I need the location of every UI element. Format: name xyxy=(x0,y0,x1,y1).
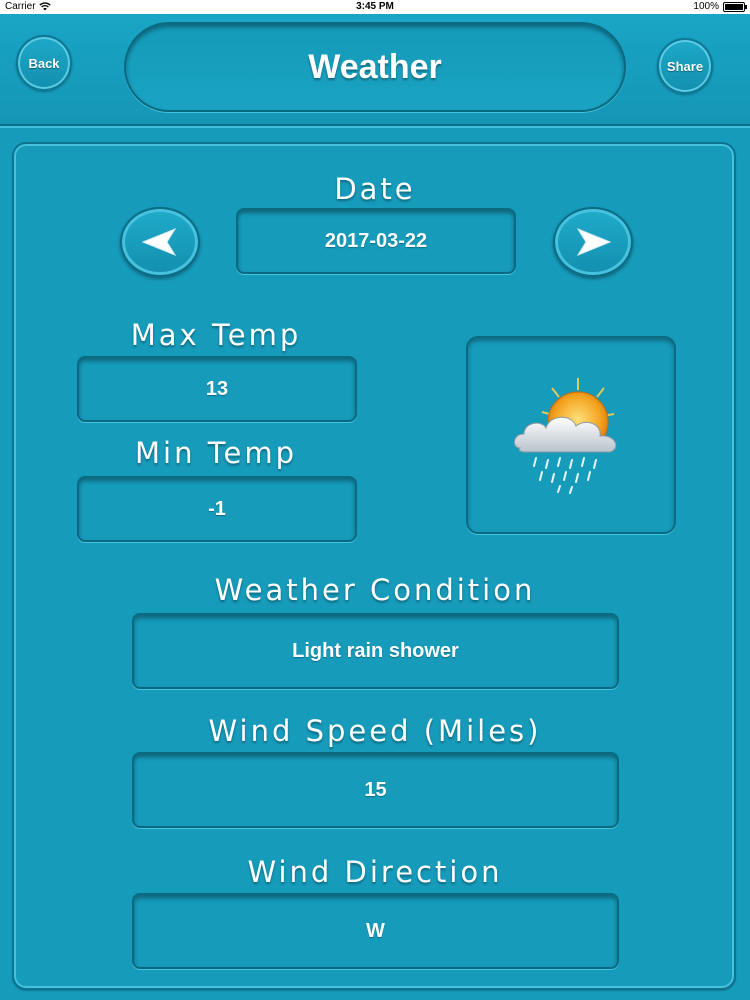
arrow-right-icon xyxy=(576,227,612,257)
battery-percent: 100% xyxy=(693,1,719,12)
min-temp-field: -1 xyxy=(77,476,357,542)
min-temp-label: Min Temp xyxy=(135,436,297,470)
date-field: 2017-03-22 xyxy=(236,208,516,274)
status-bar: Carrier 3:45 PM 100% xyxy=(0,0,750,14)
sun-cloud-rain-icon xyxy=(514,378,617,494)
max-temp-field: 13 xyxy=(77,356,357,422)
wind-speed-label: Wind Speed (Miles) xyxy=(208,714,542,748)
battery-fill xyxy=(725,3,743,10)
header-bar: Back Weather Share xyxy=(0,14,750,126)
weather-icon-frame xyxy=(466,336,676,534)
status-time: 3:45 PM xyxy=(356,1,394,12)
back-button[interactable]: Back xyxy=(16,35,72,91)
wind-direction-field: W xyxy=(132,893,619,969)
wind-speed-field: 15 xyxy=(132,752,619,828)
wind-direction-label: Wind Direction xyxy=(247,855,503,889)
battery-icon xyxy=(723,1,747,12)
condition-field: Light rain shower xyxy=(132,613,619,689)
date-label: Date xyxy=(334,172,416,206)
condition-label: Weather Condition xyxy=(214,573,536,607)
page-title: Weather xyxy=(124,22,626,112)
max-temp-label: Max Temp xyxy=(130,318,302,352)
status-right: 100% xyxy=(693,1,747,12)
arrow-left-icon xyxy=(141,227,177,257)
share-button[interactable]: Share xyxy=(657,38,713,94)
next-date-button[interactable] xyxy=(553,207,633,277)
prev-date-button[interactable] xyxy=(120,207,200,277)
